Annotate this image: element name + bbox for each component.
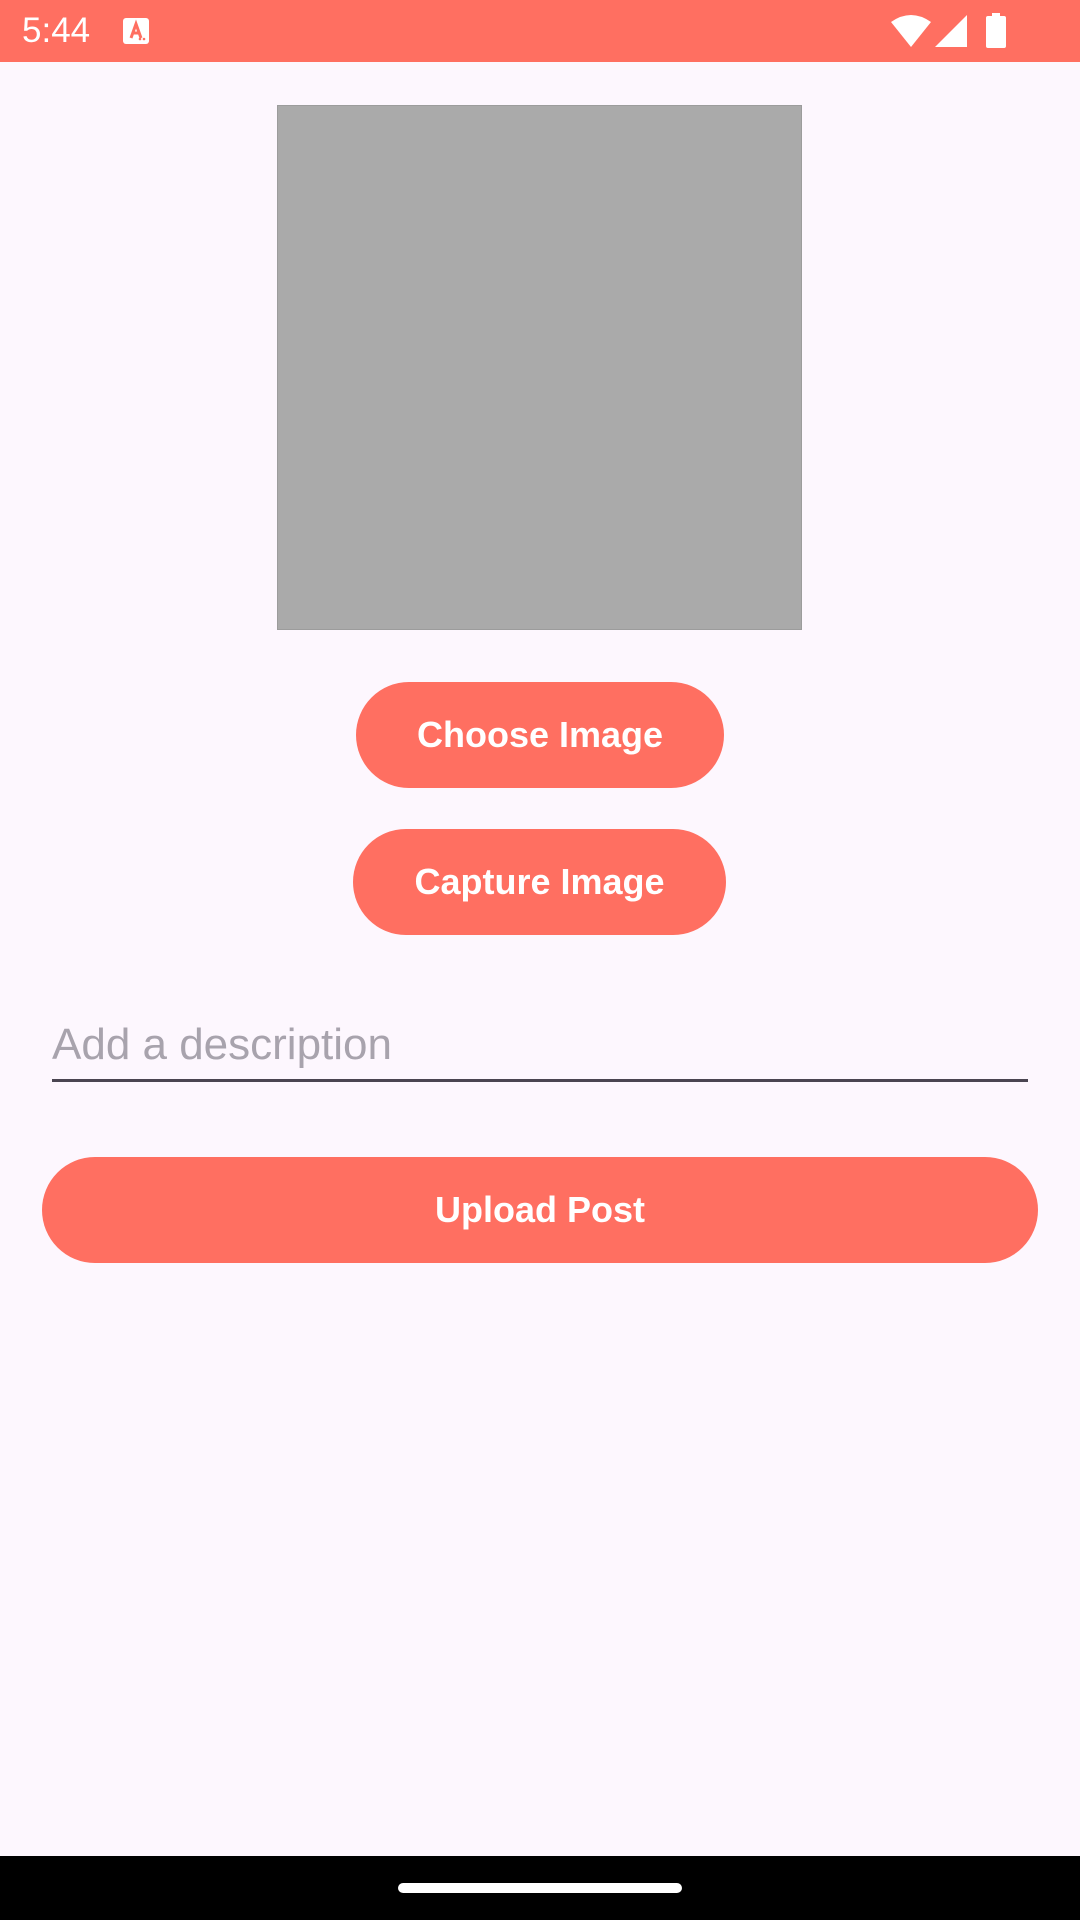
- signal-icon: [935, 15, 967, 47]
- wifi-icon: [891, 15, 931, 47]
- home-handle[interactable]: [398, 1883, 682, 1893]
- choose-image-button[interactable]: Choose Image: [356, 682, 724, 788]
- image-preview: [277, 105, 802, 630]
- battery-icon: [986, 13, 1006, 48]
- upload-post-button[interactable]: Upload Post: [42, 1157, 1038, 1263]
- navigation-bar: [0, 1856, 1080, 1920]
- status-bar: 5:44: [0, 0, 1080, 62]
- app-notification-icon: [123, 18, 149, 44]
- capture-image-button[interactable]: Capture Image: [353, 829, 726, 935]
- status-time: 5:44: [22, 11, 91, 50]
- description-input[interactable]: [52, 1010, 1028, 1082]
